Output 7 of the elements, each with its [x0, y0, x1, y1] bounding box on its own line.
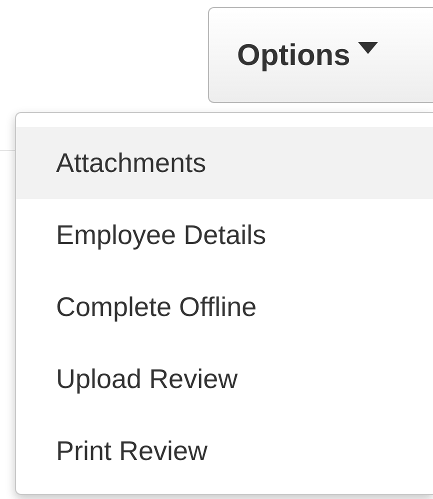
menu-item[interactable]: Complete Offline: [16, 271, 433, 343]
caret-icon: [358, 42, 378, 54]
menu-item[interactable]: Upload Review: [16, 343, 433, 415]
menu-item[interactable]: Attachments: [16, 127, 433, 199]
menu-item[interactable]: Employee Details: [16, 199, 433, 271]
options-button[interactable]: Options: [208, 7, 433, 103]
menu-item[interactable]: Print Review: [16, 415, 433, 487]
